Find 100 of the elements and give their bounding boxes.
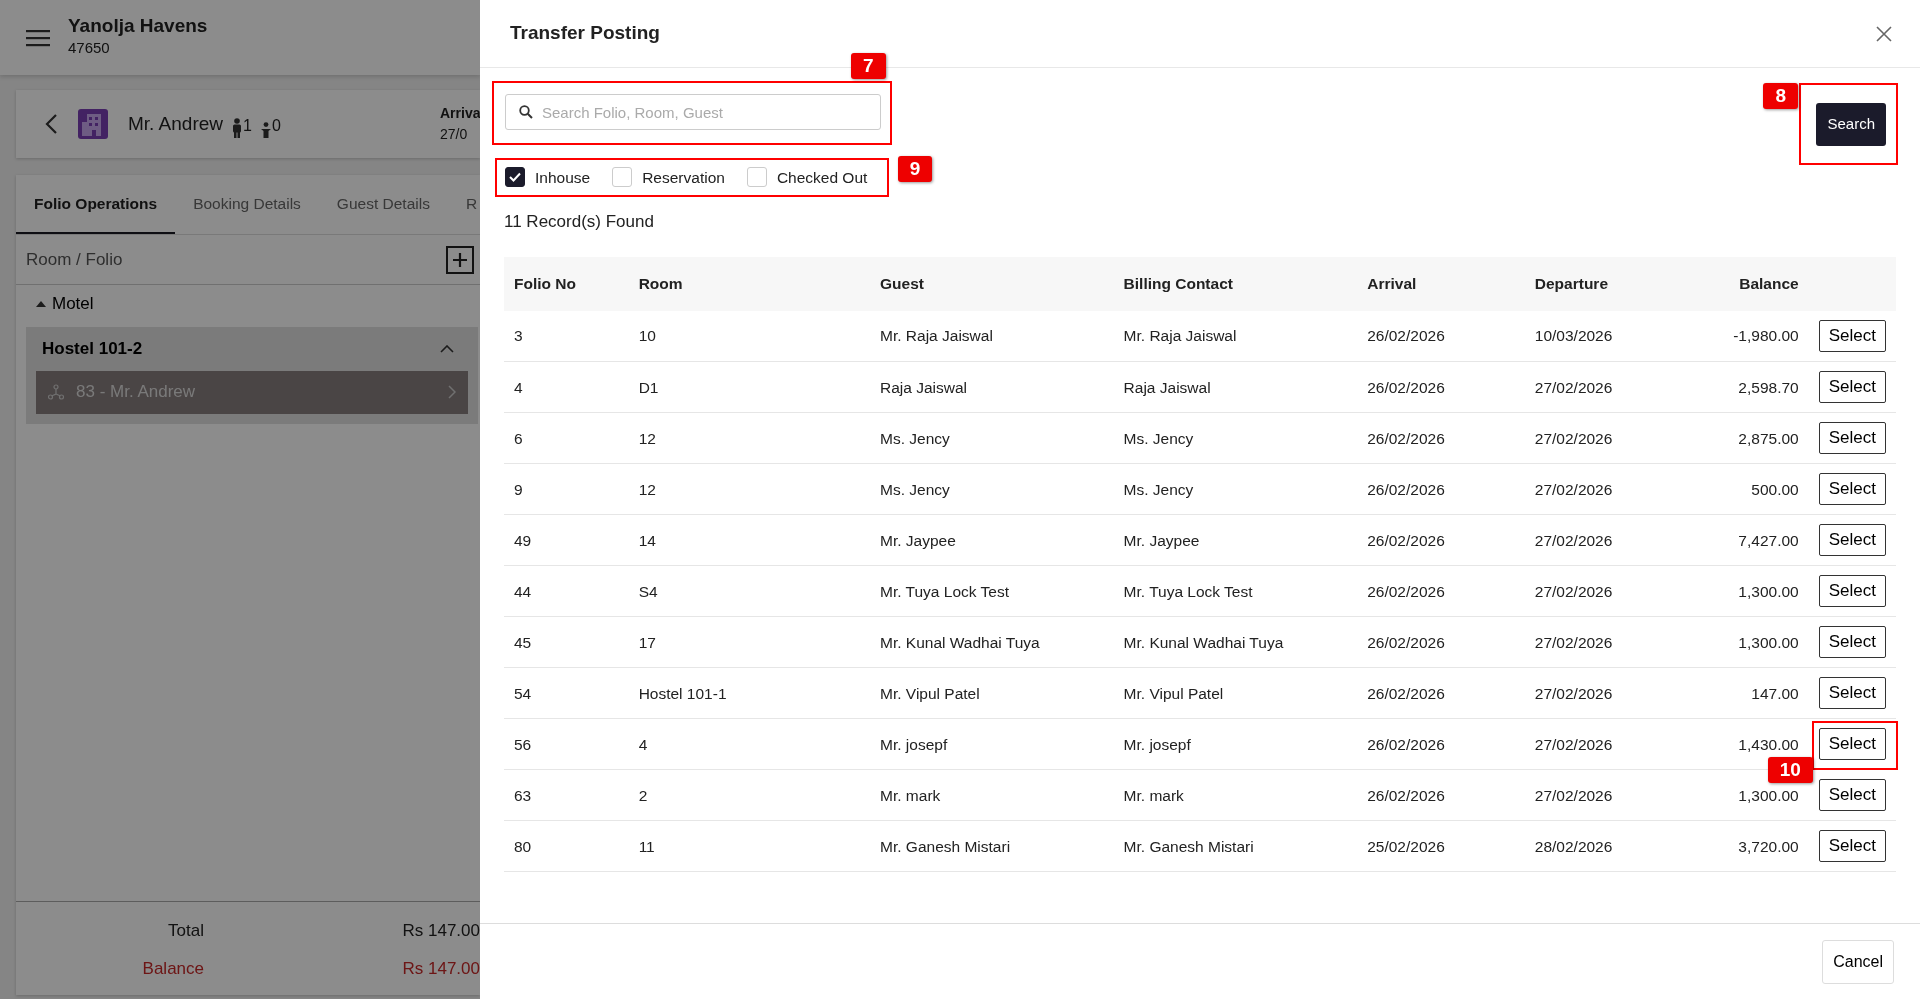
- select-button[interactable]: Select: [1818, 677, 1886, 709]
- table-cell: Mr. Jaypee: [1113, 514, 1358, 566]
- property-code: 47650: [68, 37, 111, 58]
- menu-icon[interactable]: [26, 28, 50, 47]
- filter-checkbox[interactable]: Reservation: [612, 165, 725, 189]
- network-icon: [48, 384, 64, 400]
- plus-icon: [451, 250, 469, 269]
- column-header: Billing Contact: [1113, 256, 1358, 311]
- add-button[interactable]: [446, 245, 474, 274]
- table-cell: 80: [504, 820, 629, 872]
- building-icon: [78, 109, 108, 139]
- guest-name: Mr. Andrew: [128, 111, 224, 136]
- table-cell: 26/02/2026: [1357, 616, 1525, 668]
- select-button[interactable]: Select: [1818, 422, 1886, 454]
- column-header: Folio No: [504, 256, 629, 311]
- table-cell: Mr. Vipul Patel: [870, 667, 1114, 719]
- table-cell: Mr. Kunal Wadhai Tuya: [1113, 616, 1358, 668]
- adult-count: 1: [243, 116, 252, 137]
- table-cell: 27/02/2026: [1524, 463, 1686, 515]
- table-cell: 14: [628, 514, 870, 566]
- close-icon: [1876, 26, 1892, 43]
- select-button[interactable]: Select: [1818, 371, 1886, 403]
- table-cell: 26/02/2026: [1357, 769, 1525, 821]
- arrival-label: Arriva: [440, 104, 480, 123]
- select-button[interactable]: Select: [1818, 320, 1886, 352]
- table-cell: 17: [628, 616, 870, 668]
- back-icon[interactable]: [44, 113, 58, 135]
- column-header: Room: [628, 256, 870, 311]
- child-count: 0: [271, 116, 281, 137]
- select-button[interactable]: Select: [1818, 575, 1886, 607]
- table-cell: 10/03/2026: [1524, 310, 1686, 362]
- table-cell: 54: [504, 667, 629, 719]
- search-icon: [519, 105, 533, 119]
- record-count: 11 Record(s) Found: [504, 211, 655, 234]
- child-icon: [259, 122, 272, 139]
- chevron-right-icon: [448, 385, 456, 399]
- table-cell: 25/02/2026: [1357, 820, 1525, 872]
- table-cell: 9: [504, 463, 629, 515]
- select-button[interactable]: Select: [1818, 779, 1886, 811]
- column-header: Guest: [870, 256, 1114, 311]
- cancel-button[interactable]: Cancel: [1822, 939, 1894, 984]
- select-button[interactable]: Select: [1818, 728, 1886, 760]
- filter-checkbox[interactable]: Inhouse: [505, 165, 591, 189]
- search-button[interactable]: Search: [1816, 103, 1886, 146]
- table-cell: -1,980.00: [1685, 310, 1809, 362]
- table-cell: 27/02/2026: [1524, 361, 1686, 413]
- table-cell: Mr. Tuya Lock Test: [1113, 565, 1358, 617]
- callout-number: 10: [1767, 756, 1813, 783]
- table-cell: 12: [628, 412, 870, 464]
- callout-number: 7: [851, 53, 886, 79]
- table-cell: Raja Jaiswal: [1113, 361, 1358, 413]
- check-icon: [509, 172, 521, 183]
- table-cell: 3: [504, 310, 629, 362]
- group-toggle[interactable]: Motel: [16, 285, 480, 323]
- select-button[interactable]: Select: [1818, 473, 1886, 505]
- table-cell: 4: [504, 361, 629, 413]
- table-cell: 28/02/2026: [1524, 820, 1686, 872]
- table-cell: 12: [628, 463, 870, 515]
- table-cell: 2,598.70: [1685, 361, 1809, 413]
- table-cell: 7,427.00: [1685, 514, 1809, 566]
- table-cell: Mr. Vipul Patel: [1113, 667, 1358, 719]
- panel-title: Room / Folio: [26, 248, 123, 271]
- column-header: Balance: [1685, 256, 1809, 311]
- table-cell: Raja Jaiswal: [870, 361, 1114, 413]
- filter-checkbox[interactable]: Checked Out: [746, 165, 868, 189]
- table-cell: 3,720.00: [1685, 820, 1809, 872]
- table-cell: Mr. josepf: [1113, 718, 1358, 770]
- table-cell: 56: [504, 718, 629, 770]
- search-field[interactable]: Search Folio, Room, Guest: [505, 94, 881, 130]
- table-cell: Ms. Jency: [870, 412, 1114, 464]
- column-header: Departure: [1524, 256, 1686, 311]
- callout-number: 8: [1763, 83, 1799, 109]
- select-button[interactable]: Select: [1818, 626, 1886, 658]
- room-header[interactable]: Hostel 101-2: [36, 326, 468, 371]
- tab[interactable]: Booking Details: [175, 175, 319, 234]
- property-name: Yanolja Havens: [68, 15, 208, 37]
- table-cell: 26/02/2026: [1357, 565, 1525, 617]
- tab[interactable]: Folio Operations: [16, 175, 176, 234]
- table-cell: 26/02/2026: [1357, 667, 1525, 719]
- tab[interactable]: Guest Details: [318, 175, 448, 234]
- column-header: Arrival: [1357, 256, 1525, 311]
- table-cell: 27/02/2026: [1524, 412, 1686, 464]
- table-cell: 27/02/2026: [1524, 514, 1686, 566]
- table-cell: 10: [628, 310, 870, 362]
- adult-icon: [231, 118, 244, 139]
- table-cell: 26/02/2026: [1357, 310, 1525, 362]
- table-cell: Mr. Kunal Wadhai Tuya: [870, 616, 1114, 668]
- select-button[interactable]: Select: [1818, 830, 1886, 862]
- total-value: Rs 147.00: [401, 920, 480, 942]
- table-cell: 27/02/2026: [1524, 667, 1686, 719]
- table-cell: 1,300.00: [1685, 565, 1809, 617]
- table-cell: 45: [504, 616, 629, 668]
- table-cell: 27/02/2026: [1524, 718, 1686, 770]
- table-cell: 1,300.00: [1685, 616, 1809, 668]
- table-cell: 27/02/2026: [1524, 769, 1686, 821]
- table-cell: 26/02/2026: [1357, 514, 1525, 566]
- total-label: Balance: [141, 957, 204, 980]
- table-cell: Mr. Ganesh Mistari: [1113, 820, 1358, 872]
- table-cell: 2: [628, 769, 870, 821]
- select-button[interactable]: Select: [1818, 524, 1886, 556]
